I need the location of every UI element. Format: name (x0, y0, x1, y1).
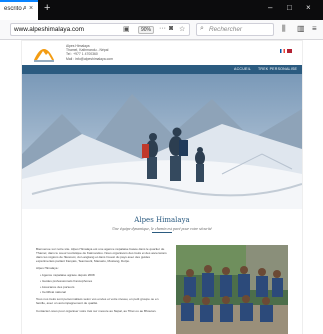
browser-tab[interactable]: escrito Alpes × (0, 0, 38, 20)
pocket-icon[interactable]: ◙ (169, 25, 173, 32)
library-icon[interactable]: ⫼ (282, 24, 286, 34)
search-bar[interactable]: ⌕ Rechercher (196, 23, 274, 36)
company-logo-icon[interactable] (34, 44, 54, 62)
browser-nav-bar: www.alpeshimalaya.com ▣ 90% ··· ◙ ☆ ⌕ Re… (0, 20, 323, 40)
flag-en-icon[interactable] (287, 49, 292, 53)
flag-fr-icon[interactable] (279, 49, 285, 53)
intro-section: Bienvenue sur notre site. Alpes Himalaya… (36, 247, 168, 316)
browser-tab-bar: escrito Alpes × + – □ × (0, 0, 323, 20)
tab-title: escrito Alpes (4, 6, 26, 12)
hero-image (22, 74, 302, 209)
page-title: Alpes Himalaya (134, 216, 190, 224)
web-page: Alpes Himalaya Thamel, Kathmandu - Népal… (22, 41, 302, 334)
new-tab-button[interactable]: + (44, 2, 50, 14)
language-switcher (279, 48, 292, 53)
team-photo (176, 245, 288, 334)
list-item: Agence népalaise agréée depuis 2008 (40, 273, 168, 277)
third-paragraph: Contactez-nous pour organiser votre trek… (36, 308, 157, 313)
list-item: Guides professionnels francophones (40, 279, 168, 283)
minimize-window-button[interactable]: – (268, 3, 272, 12)
search-icon: ⌕ (200, 25, 204, 32)
list-item: Assurance des porteurs (40, 285, 168, 289)
close-tab-icon[interactable]: × (29, 5, 33, 12)
url-bar[interactable]: www.alpeshimalaya.com ▣ 90% ··· ◙ ☆ (10, 23, 190, 36)
maximize-window-button[interactable]: □ (287, 3, 292, 12)
menu-icon[interactable]: ≡ (312, 24, 317, 33)
main-menu: ACCUEIL TREK PERSONALISE (22, 65, 302, 74)
bookmark-star-icon[interactable]: ☆ (179, 25, 185, 33)
email-link[interactable]: Mail : info@alpeshimalaya.com (66, 57, 113, 61)
url-text[interactable]: www.alpeshimalaya.com (14, 26, 84, 33)
site-header: Alpes Himalaya Thamel, Kathmandu - Népal… (22, 41, 302, 65)
intro-paragraph: Bienvenue sur notre site. Alpes Himalaya… (36, 247, 167, 264)
sidebar-icon[interactable]: ▥ (297, 24, 305, 33)
list-heading: Alpes Himalaya : (36, 266, 60, 271)
search-placeholder[interactable]: Rechercher (209, 26, 242, 33)
page-actions-icon[interactable]: ··· (159, 25, 166, 32)
page-subtitle: Une équipe dynamique, le chemin est pavé… (112, 226, 212, 231)
second-paragraph: Tous nos treks sont personnalisés selon … (36, 297, 159, 306)
list-item: Certificat national (40, 290, 168, 294)
zoom-level[interactable]: 90% (138, 26, 155, 34)
close-window-button[interactable]: × (306, 3, 311, 12)
contact-info: Alpes Himalaya Thamel, Kathmandu - Népal… (66, 44, 113, 61)
title-divider (152, 232, 172, 233)
menu-item-accueil[interactable]: ACCUEIL (234, 67, 251, 71)
menu-item-trek-personalise[interactable]: TREK PERSONALISE (258, 67, 297, 71)
page-info-icon[interactable]: ▣ (123, 25, 130, 33)
features-list: Agence népalaise agréée depuis 2008 Guid… (40, 273, 168, 294)
